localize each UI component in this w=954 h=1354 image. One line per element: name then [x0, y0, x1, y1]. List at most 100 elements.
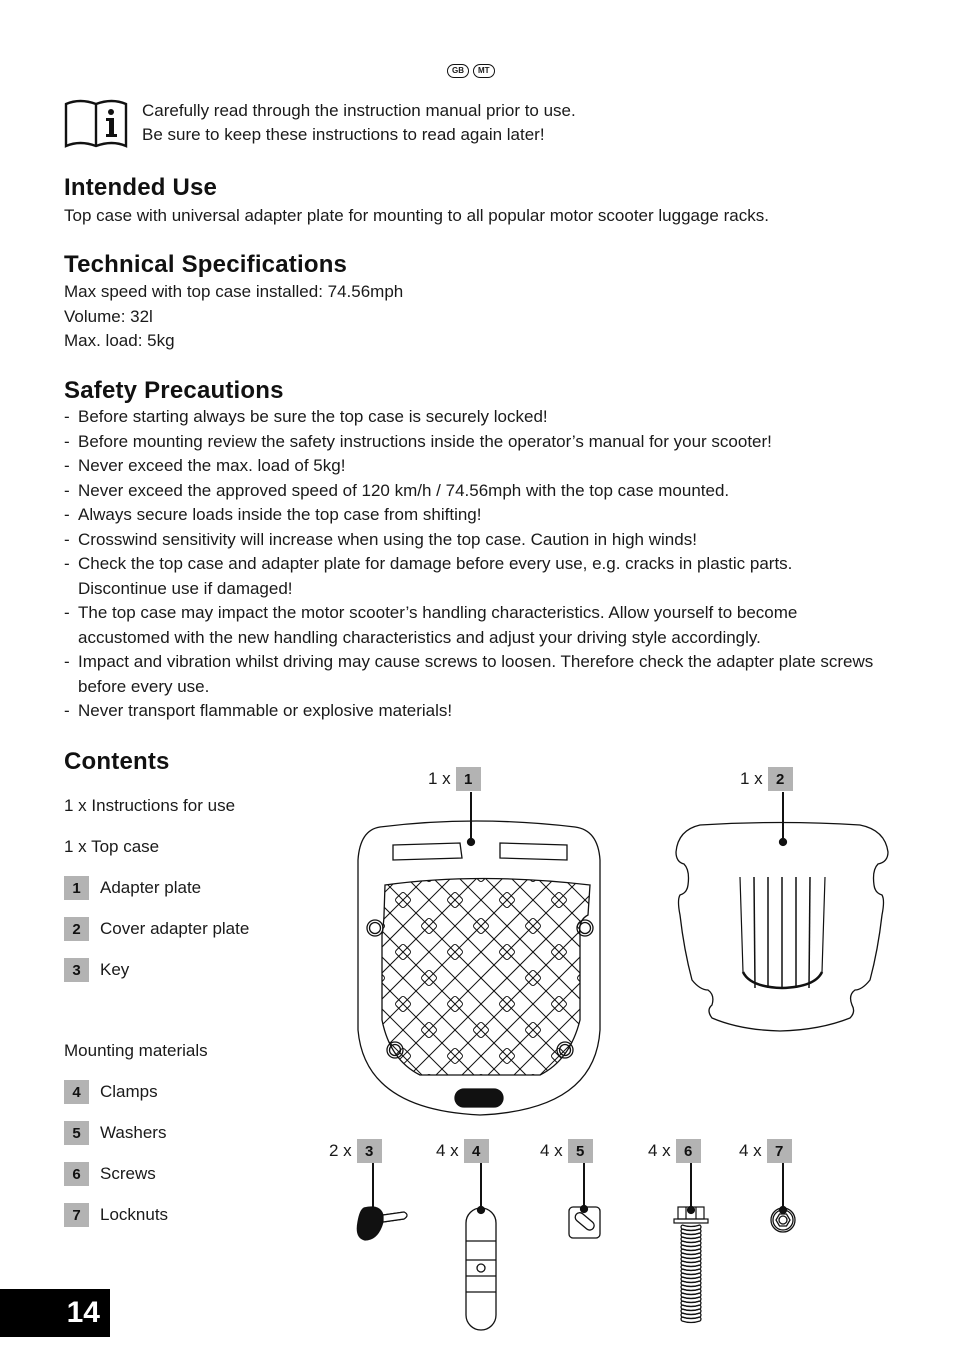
- grid-cell: [369, 1177, 386, 1194]
- grid-cell: [369, 1125, 386, 1142]
- grid-line: [382, 878, 448, 1075]
- grid-cell: [265, 918, 282, 935]
- grid-cell: [265, 1125, 282, 1142]
- grid-cell: [499, 1151, 516, 1168]
- grid-cell: [551, 840, 568, 857]
- grid-cell: [447, 788, 464, 805]
- screw-illustration: [673, 1163, 709, 1324]
- grid-cell: [369, 762, 386, 779]
- grid-cell: [551, 1151, 568, 1168]
- grid-cell: [551, 788, 568, 805]
- grid-cell: [525, 762, 542, 779]
- grid-line: [488, 878, 590, 1075]
- grid-cell: [291, 840, 308, 857]
- grid-cell: [395, 840, 412, 857]
- grid-cell: [628, 762, 645, 779]
- grid-cell: [473, 814, 490, 831]
- grid-cell: [680, 1125, 697, 1142]
- grid-cell: [265, 970, 282, 987]
- grid-cell: [602, 788, 619, 805]
- grid-cell: [654, 892, 671, 909]
- grid-line: [382, 878, 590, 1075]
- grid-cell: [291, 944, 308, 961]
- grid-cell: [343, 840, 360, 857]
- grid-cell: [602, 944, 619, 961]
- grid-cell: [291, 892, 308, 909]
- grid-cell: [291, 788, 308, 805]
- grid-line: [436, 878, 590, 1075]
- grid-line: [382, 878, 552, 1075]
- grid-line: [382, 878, 448, 1075]
- grid-cell: [421, 1074, 437, 1075]
- grid-cell: [382, 878, 385, 882]
- grid-line: [382, 878, 578, 1075]
- grid-line: [382, 878, 590, 1075]
- grid-cell: [421, 1125, 438, 1142]
- grid-cell: [421, 1177, 438, 1194]
- adapter-plate-grid: [265, 762, 697, 1194]
- grid-cell: [628, 918, 645, 935]
- grid-cell: [654, 996, 671, 1013]
- grid-cell: [576, 1125, 593, 1142]
- locknut-illustration: [770, 1163, 796, 1233]
- grid-line: [488, 878, 590, 1075]
- grid-cell: [343, 788, 360, 805]
- grid-cell: [265, 1022, 282, 1039]
- grid-cell: [654, 1151, 671, 1168]
- grid-cell: [473, 1125, 490, 1142]
- page-number: 14: [0, 1289, 110, 1337]
- grid-cell: [317, 814, 334, 831]
- grid-line: [382, 878, 590, 1075]
- cover-adapter-plate-illustration: [675, 792, 889, 1032]
- screw-thread: [680, 1316, 702, 1324]
- grid-cell: [602, 892, 619, 909]
- grid-line: [382, 878, 578, 1075]
- washer-illustration: [568, 1163, 601, 1239]
- grid-cell: [343, 892, 360, 909]
- grid-line: [382, 878, 474, 1075]
- grid-cell: [680, 814, 697, 831]
- grid-line: [382, 878, 500, 1075]
- grid-cell: [525, 1177, 542, 1194]
- grid-cell: [499, 788, 516, 805]
- clamp-illustration: [465, 1163, 497, 1331]
- grid-cell: [317, 1073, 334, 1090]
- grid-cell: [654, 788, 671, 805]
- grid-cell: [602, 1151, 619, 1168]
- grid-line: [382, 878, 526, 1075]
- grid-cell: [317, 918, 334, 935]
- grid-cell: [628, 970, 645, 987]
- grid-cell: [654, 1099, 671, 1116]
- grid-cell: [317, 762, 334, 779]
- grid-cell: [343, 996, 360, 1013]
- grid-cell: [317, 1022, 334, 1039]
- grid-cell: [291, 996, 308, 1013]
- grid-cell: [680, 1177, 697, 1194]
- grid-cell: [680, 1022, 697, 1039]
- grid-cell: [602, 1099, 619, 1116]
- grid-cell: [680, 762, 697, 779]
- grid-cell: [473, 1074, 489, 1075]
- grid-cell: [654, 840, 671, 857]
- grid-line: [514, 878, 590, 1075]
- grid-cell: [654, 944, 671, 961]
- grid-cell: [499, 840, 516, 857]
- grid-line: [382, 878, 590, 1075]
- grid-line: [382, 878, 590, 1075]
- grid-cell: [343, 1099, 360, 1116]
- grid-cell: [265, 1073, 282, 1090]
- grid-cell: [421, 762, 438, 779]
- grid-cell: [680, 918, 697, 935]
- grid-cell: [551, 1099, 568, 1116]
- grid-cell: [317, 1125, 334, 1142]
- grid-line: [384, 878, 590, 1075]
- grid-cell: [317, 1177, 334, 1194]
- grid-line: [462, 878, 590, 1075]
- grid-cell: [525, 1074, 541, 1075]
- grid-line: [436, 878, 590, 1075]
- key-illustration: [356, 1163, 408, 1241]
- grid-cell: [291, 1099, 308, 1116]
- grid-cell: [680, 1073, 697, 1090]
- grid-cell: [447, 1151, 464, 1168]
- grid-cell: [654, 1048, 671, 1065]
